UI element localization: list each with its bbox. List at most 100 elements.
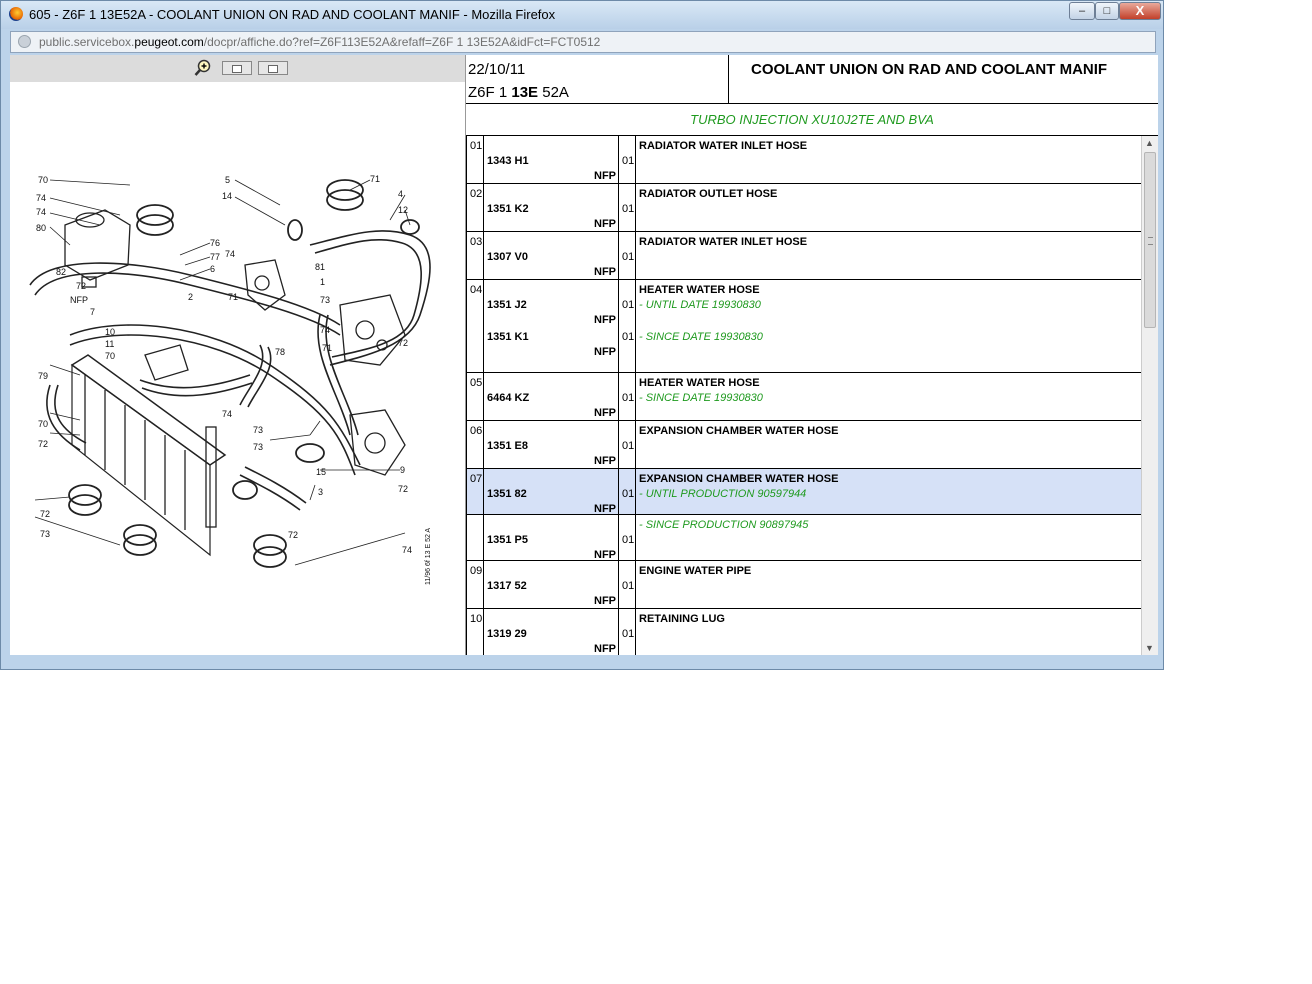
leader-lines (34, 179, 411, 566)
part-number[interactable]: 1351 82 (487, 488, 527, 500)
part-description: RADIATOR WATER INLET HOSE (639, 236, 808, 248)
part-note: - SINCE PRODUCTION 90897945 (639, 519, 809, 531)
document-reference: Z6F 1 13E 52A (468, 84, 569, 101)
part-number[interactable]: 1319 29 (487, 628, 527, 640)
exploded-parts-diagram[interactable]: 707474 808272 NFP710 117079 707272 73514… (10, 165, 465, 595)
svg-text:79: 79 (38, 371, 48, 381)
part-description: HEATER WATER HOSE (639, 377, 760, 389)
svg-text:70: 70 (105, 351, 115, 361)
svg-text:NFP: NFP (70, 295, 88, 305)
table-row[interactable]: 03 1307 V0 NFP 01 RADIATOR WATER INLET HOSE (467, 232, 1141, 280)
hose-clamps (68, 179, 420, 568)
svg-text:10: 10 (105, 327, 115, 337)
ref-part-a: Z6F 1 (468, 84, 512, 101)
row-number-cell: 07 (467, 469, 484, 514)
minimize-button[interactable]: – (1069, 2, 1095, 20)
row-number: 01 (470, 140, 483, 152)
quantity-cell: 01 (619, 232, 636, 279)
part-number[interactable]: 1351 J2 (487, 299, 527, 311)
row-number-cell: 06 (467, 421, 484, 468)
svg-text:71: 71 (228, 292, 238, 302)
nfp-label: NFP (594, 266, 616, 278)
part-number-alt[interactable]: 1351 K1 (487, 331, 529, 343)
svg-text:73: 73 (320, 295, 330, 305)
svg-text:11: 11 (105, 339, 114, 349)
table-row[interactable]: 07 1351 82 NFP 01 EXPANSION CHAMBER WATER HO… (467, 469, 1141, 515)
next-page-icon[interactable] (258, 61, 288, 75)
part-number[interactable]: 1343 H1 (487, 155, 529, 167)
svg-text:72: 72 (398, 338, 408, 348)
address-bar[interactable]: public.servicebox.peugeot.com/docpr/affi… (10, 31, 1156, 53)
svg-text:9: 9 (400, 465, 405, 475)
nfp-label: NFP (594, 595, 616, 607)
diagram-code-label: 11/96 6f 13 E 52 A (425, 528, 432, 585)
url-text[interactable]: public.servicebox.peugeot.com/docpr/affi… (39, 35, 600, 49)
svg-text:7: 7 (90, 307, 95, 317)
part-number[interactable]: 1317 52 (487, 580, 527, 592)
scrollbar[interactable]: ▲ ▼ (1141, 136, 1158, 655)
svg-text:71: 71 (322, 343, 332, 353)
table-row[interactable]: 01 1343 H1 NFP 01 RADIATOR WATER INLET HOSE (467, 136, 1141, 184)
close-button[interactable]: X (1119, 2, 1161, 20)
svg-text:3: 3 (318, 487, 323, 497)
engine-subtitle: TURBO INJECTION XU10J2TE AND BVA (466, 104, 1158, 136)
part-number-cell: 1307 V0 NFP (484, 232, 619, 279)
quantity: 01 (622, 488, 635, 500)
svg-text:72: 72 (288, 530, 298, 540)
row-number-cell: 05 (467, 373, 484, 420)
row-number: 04 (470, 284, 483, 296)
svg-text:72: 72 (40, 509, 50, 519)
quantity-cell: 01 (619, 515, 636, 560)
table-row[interactable]: 1351 P5 NFP 01 - SINCE PRODUCTION 90897945 (467, 515, 1141, 561)
svg-text:77: 77 (210, 252, 220, 262)
title-bar: 605 - Z6F 1 13E52A - COOLANT UNION ON RA… (1, 1, 1163, 29)
table-row[interactable]: 05 6464 KZ NFP 01 HEATER WATER HOSE - SINCE D… (467, 373, 1141, 421)
nfp-label: NFP (594, 170, 616, 182)
table-row[interactable]: 04 1351 J2 NFP 1351 K1 NFP 01 01 HEATER WATER H… (467, 280, 1141, 373)
part-number[interactable]: 1307 V0 (487, 251, 528, 263)
nfp-label: NFP (594, 455, 616, 467)
svg-text:5: 5 (225, 175, 230, 185)
svg-text:12: 12 (398, 205, 408, 215)
part-number-cell: 1351 E8 NFP (484, 421, 619, 468)
part-number[interactable]: 1351 E8 (487, 440, 528, 452)
table-row[interactable]: 02 1351 K2 NFP 01 RADIATOR OUTLET HOSE (467, 184, 1141, 232)
svg-text:76: 76 (210, 238, 220, 248)
part-number-cell: 1343 H1 NFP (484, 136, 619, 183)
table-row[interactable]: 06 1351 E8 NFP 01 EXPANSION CHAMBER WATER HO… (467, 421, 1141, 469)
svg-text:70: 70 (38, 419, 48, 429)
row-number-cell: 04 (467, 280, 484, 372)
quantity: 01 (622, 440, 635, 452)
callout-numbers: 707474 808272 NFP710 117079 707272 73514… (36, 174, 412, 555)
svg-text:74: 74 (320, 325, 330, 335)
row-number: 05 (470, 377, 483, 389)
svg-text:74: 74 (402, 545, 412, 555)
quantity: 01 (622, 251, 635, 263)
page-title: COOLANT UNION ON RAD AND COOLANT MANIF (751, 61, 1108, 78)
row-number-cell: 02 (467, 184, 484, 231)
part-number[interactable]: 6464 KZ (487, 392, 529, 404)
nfp-label: NFP (594, 643, 616, 655)
table-row[interactable]: 10 1319 29 NFP 01 RETAINING LUG (467, 609, 1141, 655)
quantity: 01 (622, 299, 635, 311)
row-number: 09 (470, 565, 483, 577)
prev-page-icon[interactable] (222, 61, 252, 75)
zoom-in-icon[interactable] (194, 59, 212, 77)
maximize-button[interactable]: □ (1095, 2, 1119, 20)
scroll-thumb[interactable] (1144, 152, 1156, 328)
svg-text:14: 14 (222, 191, 232, 201)
part-number-cell: 1351 82 NFP (484, 469, 619, 515)
scroll-up-icon[interactable]: ▲ (1145, 138, 1154, 148)
firefox-icon (9, 7, 23, 21)
svg-text:72: 72 (38, 439, 48, 449)
svg-text:72: 72 (76, 281, 86, 291)
part-number[interactable]: 1351 P5 (487, 534, 528, 546)
row-number-cell: 10 (467, 609, 484, 655)
hoses (29, 230, 431, 511)
part-number-cell: 1351 J2 NFP 1351 K1 NFP (484, 280, 619, 372)
part-number[interactable]: 1351 K2 (487, 203, 529, 215)
scroll-down-icon[interactable]: ▼ (1145, 643, 1154, 653)
table-row[interactable]: 09 1317 52 NFP 01 ENGINE WATER PIPE (467, 561, 1141, 609)
browser-window: 605 - Z6F 1 13E52A - COOLANT UNION ON RA… (0, 0, 1164, 670)
part-note: - UNTIL DATE 19930830 (639, 299, 761, 311)
